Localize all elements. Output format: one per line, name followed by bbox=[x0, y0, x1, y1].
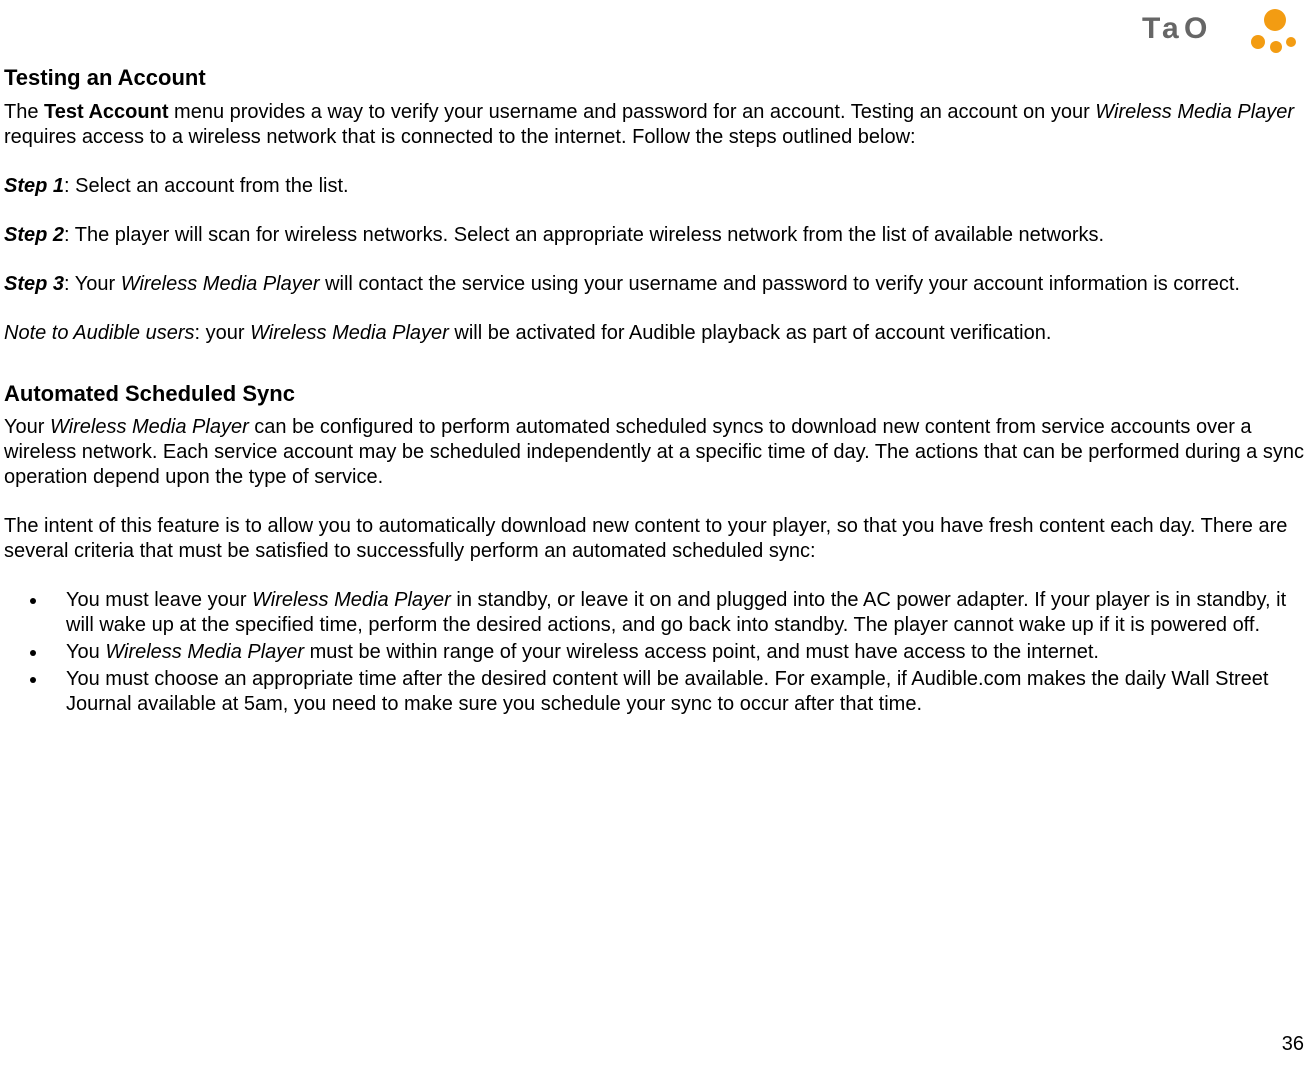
intro-paragraph: The Test Account menu provides a way to … bbox=[4, 100, 1310, 150]
step-2: Step 2: The player will scan for wireles… bbox=[4, 223, 1310, 248]
svg-text:T: T bbox=[1142, 12, 1161, 45]
svg-text:a: a bbox=[1162, 12, 1180, 45]
svg-text:O: O bbox=[1184, 12, 1208, 45]
section-heading-testing-account: Testing an Account bbox=[4, 64, 1310, 92]
step-1: Step 1: Select an account from the list. bbox=[4, 174, 1310, 199]
list-item: You Wireless Media Player must be within… bbox=[48, 640, 1310, 665]
section-heading-scheduled-sync: Automated Scheduled Sync bbox=[4, 380, 1310, 408]
criteria-list: You must leave your Wireless Media Playe… bbox=[4, 588, 1310, 717]
document-body: Testing an Account The Test Account menu… bbox=[0, 0, 1314, 717]
tao-logo: T a O bbox=[1134, 6, 1304, 56]
sync-paragraph-2: The intent of this feature is to allow y… bbox=[4, 514, 1310, 564]
note-audible: Note to Audible users: your Wireless Med… bbox=[4, 321, 1310, 346]
step-3: Step 3: Your Wireless Media Player will … bbox=[4, 272, 1310, 297]
sync-paragraph-1: Your Wireless Media Player can be config… bbox=[4, 415, 1310, 490]
list-item: You must leave your Wireless Media Playe… bbox=[48, 588, 1310, 638]
page-number: 36 bbox=[1282, 1033, 1304, 1056]
list-item: You must choose an appropriate time afte… bbox=[48, 667, 1310, 717]
